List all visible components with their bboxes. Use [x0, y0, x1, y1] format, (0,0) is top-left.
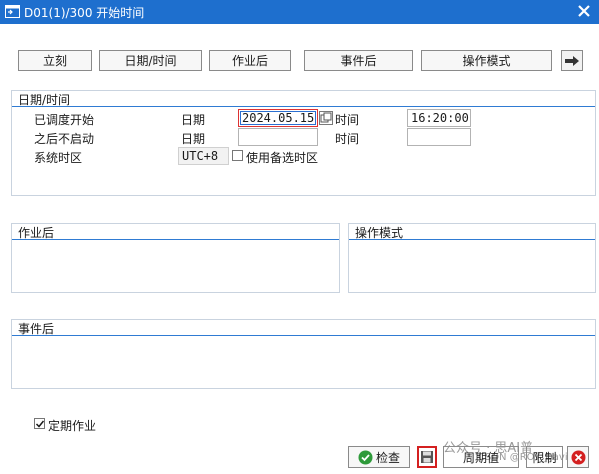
datetime-button[interactable]: 日期/时间	[99, 50, 202, 71]
no-start-time-field[interactable]	[407, 128, 471, 146]
after-event-group: 事件后	[11, 319, 596, 389]
operation-mode-button[interactable]: 操作模式	[421, 50, 552, 71]
period-values-label: 周期值	[462, 450, 499, 465]
after-event-button[interactable]: 事件后	[304, 50, 413, 71]
cancel-button[interactable]	[567, 446, 589, 468]
system-timezone-field: UTC+8	[178, 147, 229, 165]
cancel-icon	[571, 450, 585, 464]
group-divider	[12, 106, 595, 107]
arrow-right-icon	[565, 55, 579, 66]
system-timezone-label: 系统时区	[34, 151, 83, 165]
no-start-time-label: 时间	[335, 132, 360, 146]
save-button[interactable]	[417, 446, 437, 468]
after-job-group: 作业后	[11, 223, 340, 293]
date-label: 日期	[181, 113, 206, 127]
immediate-button[interactable]: 立刻	[18, 50, 92, 71]
scheduled-start-label: 已调度开始	[34, 113, 95, 127]
no-start-after-label: 之后不启动	[34, 132, 95, 146]
window-app-icon	[5, 5, 20, 18]
time-label: 时间	[335, 113, 360, 127]
group-divider	[12, 335, 595, 336]
save-icon	[421, 451, 433, 463]
restrictions-button[interactable]: 限制	[526, 446, 563, 468]
restrictions-label: 限制	[532, 450, 557, 465]
periodic-job-checkbox[interactable]	[34, 418, 45, 429]
operation-mode-group: 操作模式	[348, 223, 596, 293]
window-title: D01(1)/300 开始时间	[24, 6, 145, 20]
date-picker-button[interactable]	[319, 111, 333, 125]
close-icon[interactable]	[575, 2, 593, 20]
periodic-job-label: 定期作业	[48, 419, 97, 433]
group-divider	[349, 239, 595, 240]
scheduled-time-field[interactable]: 16:20:00	[407, 109, 471, 127]
after-job-button[interactable]: 作业后	[209, 50, 291, 71]
check-button-label: 检查	[375, 450, 400, 465]
title-bar: D01(1)/300 开始时间	[0, 0, 599, 24]
value-help-icon	[320, 112, 332, 123]
scheduled-date-field[interactable]: 2024.05.15	[238, 109, 318, 127]
no-start-date-field[interactable]	[238, 128, 318, 146]
check-icon	[358, 450, 373, 464]
period-values-button[interactable]: 周期值	[443, 446, 519, 468]
next-arrow-button[interactable]	[561, 50, 583, 71]
group-divider	[12, 239, 339, 240]
checkmark-icon	[35, 420, 45, 428]
check-button[interactable]: 检查	[348, 446, 410, 468]
alt-timezone-label: 使用备选时区	[246, 151, 319, 165]
alt-timezone-checkbox[interactable]	[232, 150, 243, 161]
no-start-date-label: 日期	[181, 132, 206, 146]
